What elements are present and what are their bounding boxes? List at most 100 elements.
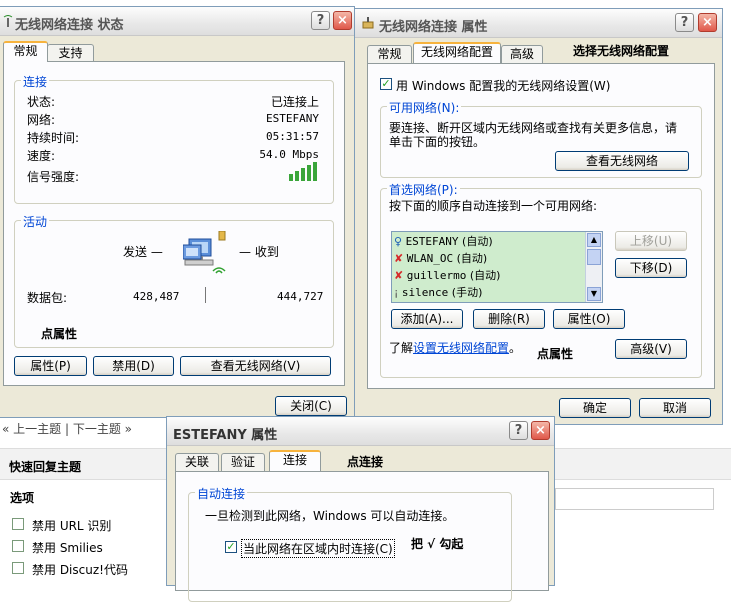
learn-link[interactable]: 设置无线网络配置 — [413, 341, 509, 355]
preferred-text: 按下面的顺序自动连接到一个可用网络: — [389, 199, 598, 213]
activity-group-label: 活动 — [21, 213, 50, 230]
status-disable-button[interactable]: 禁用(D) — [93, 356, 174, 376]
sent-label: 发送 — — [123, 245, 163, 259]
status-help-button[interactable]: ? — [311, 11, 330, 30]
add-network-button[interactable]: 添加(A)... — [391, 309, 463, 329]
network-item-mode: (自动) — [456, 252, 488, 265]
quick-reply-title: 快速回复主题 — [9, 460, 82, 474]
activity-group: 活动 发送 — — 收到 数据包: 428,487 444,727 点属性 — [14, 213, 334, 348]
duration-label: 持续时间: — [27, 131, 80, 145]
network-unavailable-icon: ✘ — [394, 252, 404, 265]
network-item-guillermo[interactable]: ✘ guillermo (自动) — [394, 268, 500, 284]
nav-bar: « 上一主题 | 下一主题 » — [0, 418, 168, 438]
network-item-mode: (自动) — [462, 235, 493, 248]
network-item-wlan-oc[interactable]: ✘ WLAN_OC (自动) — [394, 251, 487, 267]
options-heading: 选项 — [10, 491, 35, 505]
auto-connect-text: 一旦检测到此网络，Windows 可以自动连接。 — [205, 509, 455, 523]
ok-button[interactable]: 确定 — [559, 398, 631, 418]
cancel-button[interactable]: 取消 — [639, 398, 711, 418]
network-label: 网络: — [27, 113, 56, 127]
preferred-networks-label: 首选网络(P): — [387, 181, 460, 198]
estefany-annotation-tab: 点连接 — [347, 455, 384, 469]
properties-annotation-bottom: 点属性 — [537, 347, 574, 361]
status-dialog: 无线网络连接 状态 ? × 常规 支持 连接 状态: 已连接上 网络: ESTE… — [0, 6, 355, 418]
status-title: 无线网络连接 状态 — [15, 18, 124, 33]
status-properties-button[interactable]: 属性(P) — [14, 356, 87, 376]
properties-annotation-top: 选择无线网络配置 — [573, 44, 670, 58]
option-checkbox-smilies[interactable] — [12, 540, 24, 552]
option-label-smilies: 禁用 Smilies — [32, 541, 103, 555]
signal-strength-icon — [289, 161, 319, 181]
use-windows-label[interactable]: 用 Windows 配置我的无线网络设置(W) — [396, 77, 610, 94]
scroll-down-icon[interactable]: ▼ — [587, 287, 601, 301]
properties-close-button[interactable]: × — [698, 13, 717, 32]
received-label: — 收到 — [239, 245, 279, 259]
list-scrollbar[interactable]: ▲ ▼ — [585, 232, 602, 302]
network-computers-icon — [182, 230, 233, 277]
estefany-title: ESTEFANY 属性 — [173, 428, 278, 443]
status-label: 状态: — [27, 95, 56, 109]
status-titlebar[interactable]: 无线网络连接 状态 ? × — [0, 7, 354, 36]
available-networks-label: 可用网络(N): — [387, 99, 462, 116]
sent-packets-value: 428,487 — [133, 290, 180, 303]
move-down-button[interactable]: 下移(D) — [615, 258, 687, 278]
properties-tab-wireless[interactable]: 无线网络配置 — [413, 42, 501, 63]
status-annotation: 点属性 — [41, 327, 78, 341]
wireless-icon — [3, 15, 13, 27]
scroll-up-icon[interactable]: ▲ — [587, 233, 601, 247]
network-item-name: ESTEFANY — [405, 235, 459, 248]
option-checkbox-discuz[interactable] — [12, 562, 24, 574]
scroll-thumb[interactable] — [587, 249, 601, 265]
estefany-help-button[interactable]: ? — [509, 421, 528, 440]
available-networks-group: 可用网络(N): 要连接、断开区域内无线网络或查找有关更多信息，请 单击下面的按… — [380, 99, 702, 178]
view-wireless-networks-button[interactable]: 查看无线网络 — [555, 151, 689, 171]
available-text-2: 单击下面的按钮。 — [389, 135, 486, 149]
network-properties-button[interactable]: 属性(O) — [553, 309, 625, 329]
properties-help-button[interactable]: ? — [675, 13, 694, 32]
network-value: ESTEFANY — [266, 112, 319, 125]
properties-dialog: 无线网络连接 属性 ? × 常规 无线网络配置 高级 选择无线网络配置 ✓ 用 … — [354, 8, 723, 425]
network-connection-icon — [361, 17, 375, 29]
estefany-tab-connection[interactable]: 连接 — [269, 450, 321, 471]
speed-value: 54.0 Mbps — [259, 148, 319, 161]
properties-titlebar[interactable]: 无线网络连接 属性 ? × — [355, 9, 722, 38]
advanced-button[interactable]: 高级(V) — [615, 339, 687, 359]
estefany-annotation-check: 把 √ 勾起 — [411, 537, 464, 551]
option-label-discuz: 禁用 Discuz!代码 — [32, 563, 128, 577]
remove-network-button[interactable]: 删除(R) — [473, 309, 545, 329]
auto-connect-label: 自动连接 — [195, 485, 248, 502]
network-item-name: guillermo — [406, 269, 467, 282]
status-close-button[interactable]: × — [333, 11, 352, 30]
properties-tab-general[interactable]: 常规 — [367, 45, 412, 64]
network-item-mode: (手动) — [451, 286, 483, 299]
use-windows-checkbox[interactable]: ✓ — [380, 78, 392, 90]
auto-connect-checkbox-label[interactable]: 当此网络在区域内时连接(C) — [241, 539, 395, 558]
duration-value: 05:31:57 — [266, 130, 319, 143]
activity-divider — [205, 287, 206, 303]
received-packets-value: 444,727 — [277, 290, 324, 303]
network-item-name: silence — [401, 286, 449, 299]
network-item-silence[interactable]: ¡ silence (手动) — [394, 285, 482, 301]
quick-reply-input[interactable] — [555, 488, 714, 510]
network-item-mode: (自动) — [469, 269, 501, 282]
status-view-wireless-button[interactable]: 查看无线网络(V) — [180, 356, 331, 376]
properties-panel: ✓ 用 Windows 配置我的无线网络设置(W) 可用网络(N): 要连接、断… — [367, 63, 715, 389]
status-value: 已连接上 — [270, 95, 319, 109]
status-tab-general[interactable]: 常规 — [3, 41, 48, 62]
network-unavailable-icon: ✘ — [394, 269, 404, 282]
network-item-estefany[interactable]: ♀ ESTEFANY (自动) — [394, 234, 493, 250]
auto-connect-checkbox[interactable]: ✓ — [225, 541, 237, 553]
option-checkbox-url[interactable] — [12, 518, 24, 530]
nav-links[interactable]: « 上一主题 | 下一主题 » — [2, 420, 132, 437]
properties-tab-advanced[interactable]: 高级 — [501, 45, 543, 64]
preferred-networks-list[interactable]: ♀ ESTEFANY (自动) ✘ WLAN_OC (自动) ✘ guiller… — [391, 231, 603, 303]
move-up-button[interactable]: 上移(U) — [615, 231, 687, 251]
auto-connect-group: 自动连接 一旦检测到此网络，Windows 可以自动连接。 ✓ 当此网络在区域内… — [188, 485, 512, 602]
estefany-close-button[interactable]: × — [531, 421, 550, 440]
estefany-tab-authentication[interactable]: 验证 — [221, 453, 265, 472]
estefany-tab-association[interactable]: 关联 — [175, 453, 219, 472]
estefany-titlebar[interactable]: ESTEFANY 属性 ? × — [167, 417, 554, 446]
estefany-dialog: ESTEFANY 属性 ? × 关联 验证 连接 点连接 自动连接 一旦检测到此… — [166, 416, 555, 602]
speed-label: 速度: — [27, 149, 56, 163]
status-close-dialog-button[interactable]: 关闭(C) — [275, 396, 347, 416]
